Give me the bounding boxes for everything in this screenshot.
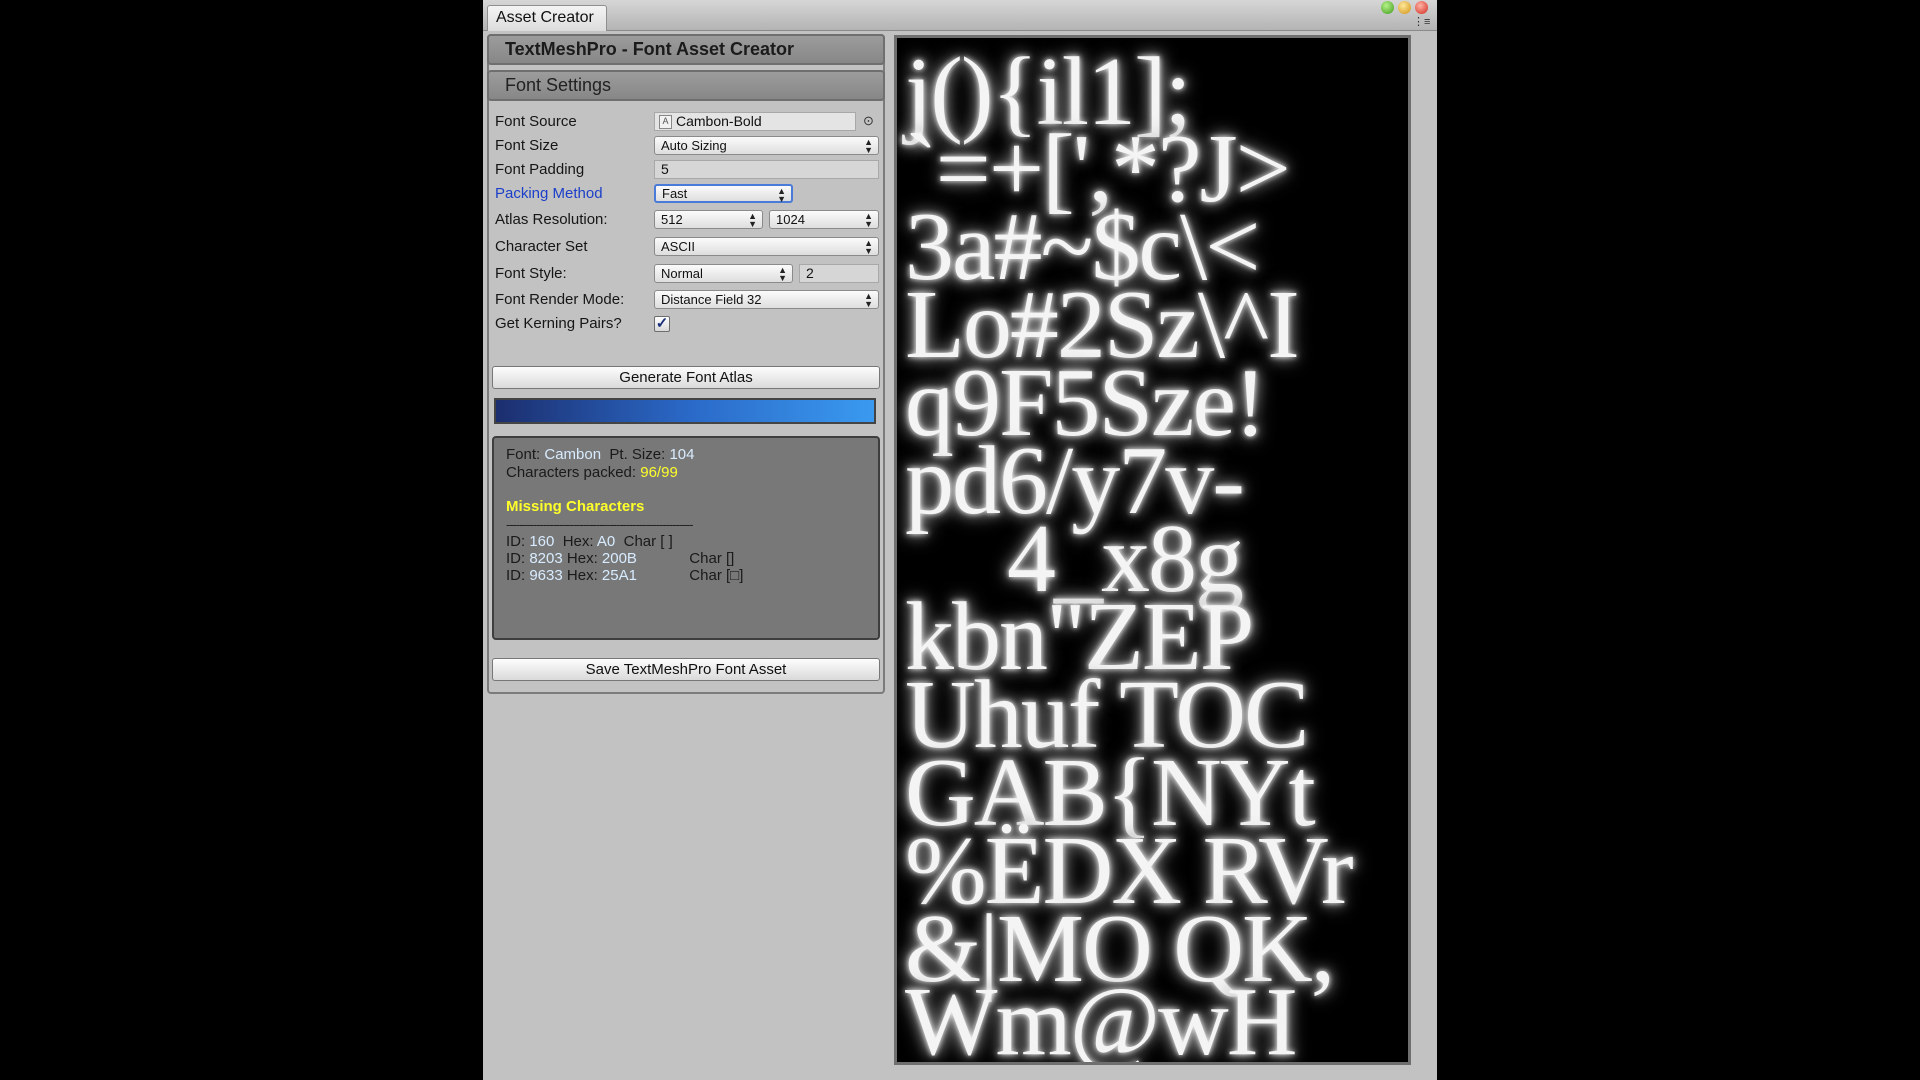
dropdown-arrows-icon: ▲ ▼: [778, 265, 787, 283]
generation-progress-bar: [494, 398, 876, 424]
atlas-height-dropdown[interactable]: 1024 ▲ ▼: [769, 210, 879, 229]
atlas-width-dropdown[interactable]: 512 ▲ ▼: [654, 210, 763, 229]
char-value: Char [□]: [689, 567, 744, 584]
font-style-amount-input[interactable]: 2: [799, 264, 879, 283]
character-set-label: Character Set: [495, 238, 588, 255]
packed-label: Characters packed:: [506, 464, 637, 481]
atlas-height-value: 1024: [776, 212, 805, 227]
font-size-label: Font Size: [495, 137, 559, 154]
missing-characters-title: Missing Characters: [506, 498, 645, 515]
id-value: 8203: [529, 550, 563, 567]
object-picker-icon[interactable]: ⊙: [863, 113, 874, 129]
character-set-dropdown[interactable]: ASCII ▲ ▼: [654, 237, 879, 256]
missing-row: ID: 160 Hex: A0 Char [ ]: [506, 533, 673, 550]
title-bar: Asset Creator ⋮≡: [483, 0, 1437, 31]
font-source-label: Font Source: [495, 113, 577, 130]
dropdown-arrows-icon: ▲ ▼: [864, 291, 873, 309]
packed-info-line: Characters packed: 96/99: [506, 464, 678, 481]
font-style-value: Normal: [661, 266, 703, 281]
hex-value: 200B: [601, 550, 637, 567]
font-info-label: Font:: [506, 446, 541, 463]
atlas-info-panel: Font: Cambon Pt. Size: 104 Characters pa…: [492, 436, 880, 640]
dropdown-arrows-icon: ▲ ▼: [864, 238, 873, 256]
font-info-line: Font: Cambon Pt. Size: 104: [506, 446, 694, 463]
atlas-resolution-label: Atlas Resolution:: [495, 211, 608, 228]
id-label: ID:: [506, 550, 526, 567]
dropdown-arrows-icon: ▲ ▼: [777, 186, 786, 204]
id-value: 160: [529, 533, 555, 550]
separator: ----------------------------------------…: [506, 517, 693, 532]
kerning-checkbox[interactable]: ✓: [654, 316, 670, 332]
hex-label: Hex:: [562, 533, 594, 550]
packed-value: 96/99: [640, 464, 678, 481]
close-button[interactable]: [1415, 1, 1428, 14]
render-mode-value: Distance Field 32: [661, 292, 762, 307]
save-font-asset-button[interactable]: Save TextMeshPro Font Asset: [492, 658, 880, 681]
font-size-value: Auto Sizing: [661, 138, 727, 153]
progress-fill: [496, 400, 874, 422]
id-value: 9633: [529, 567, 563, 584]
font-source-field[interactable]: A Cambon-Bold: [654, 112, 856, 131]
minimize-button[interactable]: [1398, 1, 1411, 14]
packing-method-dropdown[interactable]: Fast ▲ ▼: [654, 184, 793, 204]
font-style-dropdown[interactable]: Normal ▲ ▼: [654, 264, 793, 283]
missing-row: ID: 9633 Hex: 25A1 Char [□]: [506, 567, 743, 584]
tab-asset-creator[interactable]: Asset Creator: [487, 5, 607, 31]
page-title: TextMeshPro - Font Asset Creator: [487, 34, 885, 65]
font-info-value: Cambon: [544, 446, 602, 463]
character-set-value: ASCII: [661, 239, 695, 254]
maximize-button[interactable]: [1381, 1, 1394, 14]
id-label: ID:: [506, 567, 526, 584]
dropdown-arrows-icon: ▲ ▼: [864, 211, 873, 229]
packing-method-value: Fast: [662, 186, 688, 201]
font-file-icon: A: [659, 115, 672, 130]
char-value: Char []: [689, 550, 735, 567]
packing-method-label: Packing Method: [495, 185, 603, 202]
font-settings-header[interactable]: Font Settings: [487, 70, 885, 101]
char-value: Char [ ]: [623, 533, 673, 550]
font-padding-label: Font Padding: [495, 161, 585, 178]
generate-font-atlas-button[interactable]: Generate Font Atlas: [492, 366, 880, 389]
kerning-label: Get Kerning Pairs?: [495, 315, 622, 332]
ptsize-value: 104: [669, 446, 695, 463]
render-mode-label: Font Render Mode:: [495, 291, 625, 308]
font-size-dropdown[interactable]: Auto Sizing ▲ ▼: [654, 136, 879, 155]
id-label: ID:: [506, 533, 526, 550]
dropdown-arrows-icon: ▲ ▼: [748, 211, 757, 229]
render-mode-dropdown[interactable]: Distance Field 32 ▲ ▼: [654, 290, 879, 309]
hex-value: A0: [596, 533, 616, 550]
atlas-width-value: 512: [661, 212, 683, 227]
hex-label: Hex:: [566, 567, 598, 584]
asset-creator-window: Asset Creator ⋮≡ TextMeshPro - Font Asse…: [483, 0, 1437, 1080]
hex-value: 25A1: [601, 567, 637, 584]
missing-row: ID: 8203 Hex: 200B Char []: [506, 550, 734, 567]
font-atlas-preview: j(){il1]; `=+[',*?J> 3a#~$c\< Lo#2Sz\^I …: [894, 35, 1411, 1065]
window-menu-icon[interactable]: ⋮≡: [1413, 15, 1430, 28]
ptsize-label: Pt. Size:: [609, 446, 666, 463]
atlas-glyph-row: Wm@wH: [905, 968, 1298, 1065]
font-style-label: Font Style:: [495, 265, 567, 282]
hex-label: Hex:: [566, 550, 598, 567]
font-source-value: Cambon-Bold: [676, 113, 762, 129]
font-padding-input[interactable]: 5: [654, 160, 879, 179]
dropdown-arrows-icon: ▲ ▼: [864, 137, 873, 155]
